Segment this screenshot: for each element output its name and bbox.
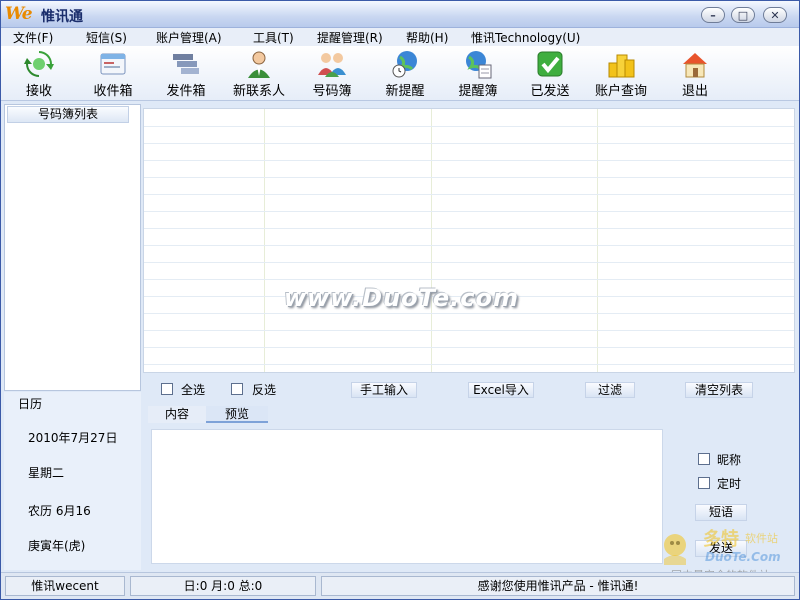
nickname-label: 昵称 <box>717 453 742 467</box>
grid-column-divider <box>431 109 432 372</box>
invert-selection-label: 反选 <box>252 383 277 397</box>
grid-row-line <box>144 143 794 144</box>
grid-column-divider <box>597 109 598 372</box>
grid-row-line <box>144 279 794 280</box>
select-all-label: 全选 <box>181 383 206 397</box>
new-contact-icon <box>248 51 270 78</box>
outbox-label: 发件箱 <box>166 84 206 99</box>
message-textarea[interactable] <box>151 429 663 564</box>
status-message: 感谢您使用惟讯产品 - 惟讯通! <box>321 576 795 596</box>
new-reminder-icon <box>392 51 417 78</box>
calendar-panel: 日历 2010年7月27日 星期二 农历 6月16 庚寅年(虎) <box>4 392 141 570</box>
menu-account[interactable]: 账户管理(A) <box>156 29 222 46</box>
toolbar: 接收 收件箱 发件箱 新联系人 号码簿 新提醒 提醒簿 已发送 账户查询 退出 <box>1 46 799 101</box>
calendar-year-cycle: 庚寅年(虎) <box>28 539 86 553</box>
menu-tools[interactable]: 工具(T) <box>253 29 294 46</box>
menu-sms[interactable]: 短信(S) <box>86 29 127 46</box>
reminder-book-button[interactable]: 提醒簿 <box>446 48 510 99</box>
phonebook-label: 号码簿 <box>312 84 352 99</box>
menu-help[interactable]: 帮助(H) <box>406 29 448 46</box>
new-contact-label: 新联系人 <box>232 84 285 99</box>
grid-row-line <box>144 228 794 229</box>
duote-brand-text: 多特 <box>703 529 739 550</box>
exit-button[interactable]: 退出 <box>663 48 727 99</box>
menu-technology[interactable]: 惟讯Technology(U) <box>471 29 580 46</box>
grid-row-line <box>144 177 794 178</box>
grid-row-line <box>144 330 794 331</box>
recipient-grid[interactable]: www.DuoTe.com <box>143 108 795 373</box>
app-logo: We <box>5 4 33 24</box>
calendar-lunar: 农历 6月16 <box>28 504 91 518</box>
phrase-button[interactable]: 短语 <box>695 504 747 521</box>
phonebook-list-panel[interactable]: 号码簿列表 <box>4 104 141 391</box>
account-query-icon <box>608 54 635 78</box>
sent-button[interactable]: 已发送 <box>518 48 582 99</box>
grid-row-line <box>144 126 794 127</box>
calendar-weekday: 星期二 <box>28 466 65 480</box>
grid-row-line <box>144 313 794 314</box>
tab-preview[interactable]: 预览 <box>206 406 268 423</box>
grid-row-line <box>144 364 794 365</box>
filter-button[interactable]: 过滤 <box>585 382 635 398</box>
tab-content[interactable]: 内容 <box>148 406 206 423</box>
inbox-label: 收件箱 <box>93 84 133 99</box>
account-query-label: 账户查询 <box>594 84 647 99</box>
grid-row-line <box>144 194 794 195</box>
status-brand: 惟讯wecent <box>5 576 125 596</box>
reminder-book-label: 提醒簿 <box>458 84 498 99</box>
account-query-button[interactable]: 账户查询 <box>589 48 653 99</box>
grid-column-divider <box>264 109 265 372</box>
app-window: We 惟讯通 – □ ✕ 文件(F) 短信(S) 账户管理(A) 工具(T) 提… <box>0 0 800 600</box>
minimize-button[interactable]: – <box>701 7 725 23</box>
receive-label: 接收 <box>25 84 52 99</box>
clear-list-button[interactable]: 清空列表 <box>685 382 753 398</box>
grid-row-line <box>144 262 794 263</box>
status-counts: 日:0 月:0 总:0 <box>130 576 316 596</box>
receive-icon <box>24 51 54 77</box>
reminder-book-icon <box>466 51 492 79</box>
status-bar: 惟讯wecent 日:0 月:0 总:0 感谢您使用惟讯产品 - 惟讯通! <box>1 572 799 599</box>
maximize-button[interactable]: □ <box>731 7 755 23</box>
sent-label: 已发送 <box>530 84 570 99</box>
sent-icon <box>537 51 563 77</box>
phonebook-icon <box>318 53 346 77</box>
receive-button[interactable]: 接收 <box>7 48 71 99</box>
exit-icon <box>683 53 707 78</box>
duote-suffix-text: 软件站 <box>745 532 778 545</box>
inbox-button[interactable]: 收件箱 <box>81 48 145 99</box>
close-button[interactable]: ✕ <box>763 7 787 23</box>
grid-row-line <box>144 211 794 212</box>
grid-row-line <box>144 347 794 348</box>
menu-reminder[interactable]: 提醒管理(R) <box>317 29 383 46</box>
excel-import-button[interactable]: Excel导入 <box>468 382 534 398</box>
window-title: 惟讯通 <box>41 9 83 25</box>
manual-input-button[interactable]: 手工输入 <box>351 382 417 398</box>
calendar-title: 日历 <box>18 397 43 411</box>
minimize-icon: – <box>710 8 716 22</box>
exit-label: 退出 <box>681 84 708 99</box>
grid-row-line <box>144 245 794 246</box>
scheduled-checkbox[interactable] <box>698 477 710 489</box>
new-reminder-button[interactable]: 新提醒 <box>373 48 437 99</box>
close-icon: ✕ <box>770 8 780 22</box>
title-bar[interactable]: We 惟讯通 – □ ✕ <box>1 1 799 28</box>
calendar-date: 2010年7月27日 <box>28 431 118 445</box>
nickname-checkbox[interactable] <box>698 453 710 465</box>
phonebook-list-header[interactable]: 号码簿列表 <box>7 106 129 123</box>
inbox-icon <box>100 53 126 75</box>
menu-file[interactable]: 文件(F) <box>13 29 53 46</box>
duote-url-text: DuoTe.Com <box>705 550 781 564</box>
invert-selection-checkbox[interactable] <box>231 383 243 395</box>
scheduled-label: 定时 <box>717 477 742 491</box>
phonebook-button[interactable]: 号码簿 <box>300 48 364 99</box>
select-all-checkbox[interactable] <box>161 383 173 395</box>
outbox-icon <box>173 54 199 74</box>
outbox-button[interactable]: 发件箱 <box>154 48 218 99</box>
menu-bar: 文件(F) 短信(S) 账户管理(A) 工具(T) 提醒管理(R) 帮助(H) … <box>1 28 799 46</box>
new-reminder-label: 新提醒 <box>385 84 425 99</box>
maximize-icon: □ <box>737 8 749 22</box>
watermark-text: www.DuoTe.com <box>284 284 519 312</box>
new-contact-button[interactable]: 新联系人 <box>227 48 291 99</box>
grid-row-line <box>144 160 794 161</box>
